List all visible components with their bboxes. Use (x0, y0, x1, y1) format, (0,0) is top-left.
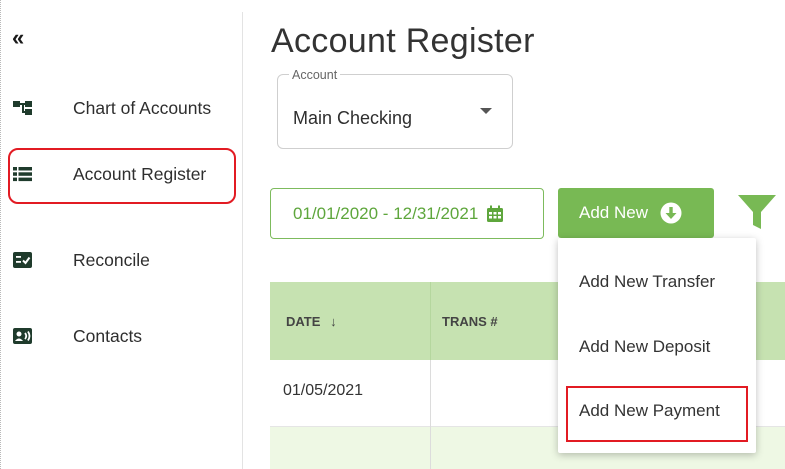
add-new-label: Add New (579, 203, 648, 222)
column-header-trans-num[interactable]: TRANS # (442, 314, 498, 329)
page-title: Account Register (271, 22, 535, 60)
arrow-down-circle-icon (660, 202, 682, 224)
sort-arrow-down-icon: ↓ (330, 314, 337, 329)
contact-card-icon (13, 328, 32, 344)
filter-icon[interactable] (738, 195, 776, 231)
sidebar-item-label: Account Register (73, 163, 207, 184)
sidebar-item-account-register[interactable]: Account Register (0, 148, 240, 204)
checklist-icon (13, 252, 32, 268)
list-icon (13, 167, 32, 182)
sidebar-item-reconcile[interactable]: Reconcile (0, 234, 240, 286)
account-select-value: Main Checking (293, 108, 413, 128)
sidebar-item-label: Reconcile (73, 249, 150, 270)
calendar-icon (487, 205, 504, 222)
account-select-legend: Account (289, 68, 341, 82)
column-header-date[interactable]: DATE ↓ (286, 314, 337, 329)
sidebar-item-label: Chart of Accounts (73, 97, 212, 118)
column-divider (430, 360, 431, 469)
sidebar-item-label: Contacts (73, 325, 143, 346)
date-cell: 01/05/2021 (283, 382, 364, 399)
sidebar-item-chart-of-accounts[interactable]: Chart of Accounts (0, 82, 240, 134)
sidebar-item-contacts[interactable]: Contacts (0, 310, 240, 362)
hierarchy-icon (13, 101, 32, 115)
menu-item-add-new-transfer[interactable]: Add New Transfer (579, 272, 715, 292)
date-range-label: 01/01/2020 - 12/31/2021 (293, 203, 479, 223)
menu-item-add-new-deposit[interactable]: Add New Deposit (579, 337, 710, 357)
collapse-sidebar-icon[interactable]: « (12, 27, 24, 49)
add-new-button[interactable]: Add New (558, 188, 714, 238)
highlight-box (566, 386, 748, 442)
sidebar-divider (242, 12, 243, 469)
chevron-down-icon[interactable] (480, 108, 492, 114)
sidebar: « Chart of Accounts Account Register Rec… (0, 0, 243, 469)
date-range-button[interactable]: 01/01/2020 - 12/31/2021 (270, 188, 544, 239)
